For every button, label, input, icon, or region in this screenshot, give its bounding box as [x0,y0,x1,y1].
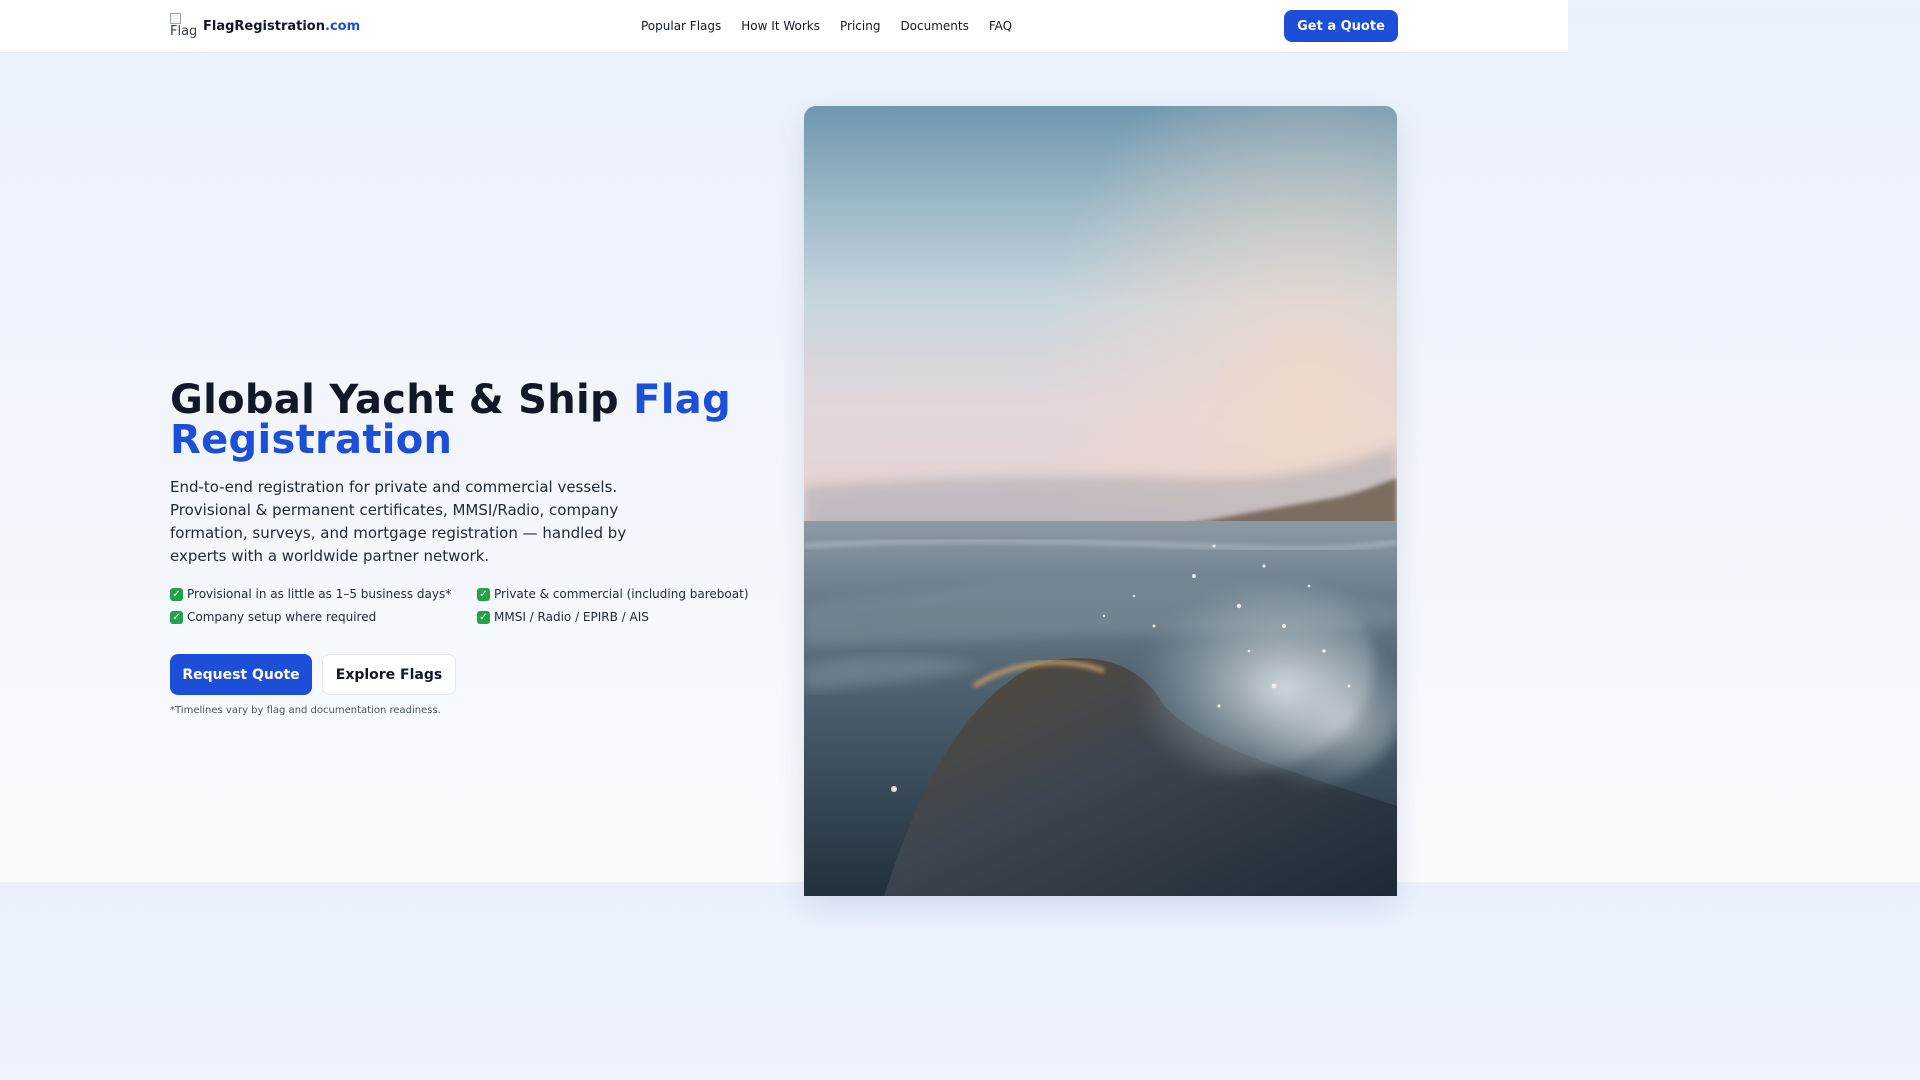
hero-ocean-wave-image [804,106,1397,896]
nav-link-documents[interactable]: Documents [900,19,968,33]
feature-text: Company setup where required [187,610,377,624]
feature-list: ✓ Provisional in as little as 1–5 busine… [170,586,770,625]
feature-item: ✓ Provisional in as little as 1–5 busine… [170,586,477,602]
flag-logo-icon: Flag [170,13,196,39]
nav-link-faq[interactable]: FAQ [989,19,1012,33]
feature-item: ✓ MMSI / Radio / EPIRB / AIS [477,609,770,625]
nav-link-how-it-works[interactable]: How It Works [741,19,820,33]
brand-name-main: FlagRegistration [203,18,325,34]
hero-title: Global Yacht & Ship Flag Registration [170,380,770,460]
logo-alt-text: Flag [170,24,196,39]
check-mark-icon: ✓ [170,610,183,624]
feature-item: ✓ Private & commercial (including barebo… [477,586,770,602]
request-quote-button[interactable]: Request Quote [170,654,312,695]
brand-name-tld: .com [325,18,361,34]
broken-image-icon [170,13,181,24]
nav-link-popular-flags[interactable]: Popular Flags [641,19,721,33]
brand-name[interactable]: FlagRegistration.com [203,19,360,34]
ocean-wave-illustration [804,106,1397,896]
check-mark-icon: ✓ [170,587,183,601]
feature-text: MMSI / Radio / EPIRB / AIS [494,610,649,624]
check-mark-icon: ✓ [477,610,490,624]
get-a-quote-button[interactable]: Get a Quote [1284,10,1398,42]
feature-item: ✓ Company setup where required [170,609,477,625]
main-nav: Popular Flags How It Works Pricing Docum… [641,0,1032,52]
hero-description: End-to-end registration for private and … [170,478,627,565]
feature-text: Private & commercial (including bareboat… [494,587,749,601]
feature-text: Provisional in as little as 1–5 business… [187,587,452,601]
nav-link-pricing[interactable]: Pricing [840,19,880,33]
timeline-footnote: *Timelines vary by flag and documentatio… [170,705,441,716]
check-mark-icon: ✓ [477,587,490,601]
explore-flags-button[interactable]: Explore Flags [322,654,456,695]
logo-link[interactable]: Flag FlagRegistration.com [170,12,360,40]
site-header: Flag FlagRegistration.com Popular Flags … [0,0,1568,53]
